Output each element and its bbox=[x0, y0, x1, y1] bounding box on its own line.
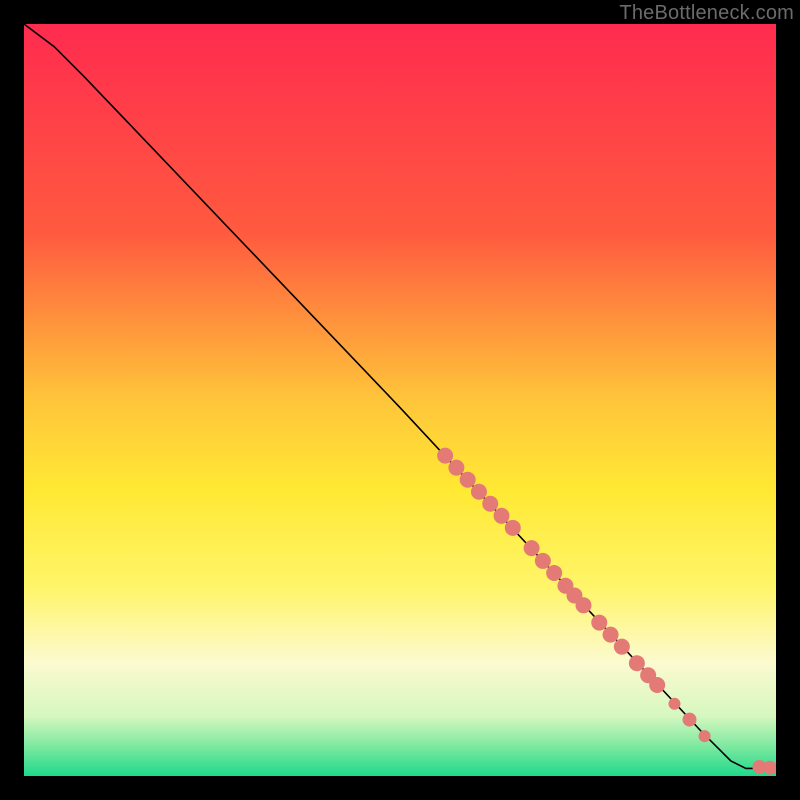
data-point bbox=[494, 508, 510, 524]
data-point bbox=[448, 460, 464, 476]
data-point bbox=[649, 677, 665, 693]
watermark-text: TheBottleneck.com bbox=[619, 2, 794, 25]
data-point bbox=[603, 627, 619, 643]
data-point bbox=[591, 615, 607, 631]
data-point bbox=[505, 520, 521, 536]
data-point bbox=[683, 713, 697, 727]
data-point bbox=[575, 597, 591, 613]
data-point bbox=[699, 730, 711, 742]
data-point bbox=[614, 639, 630, 655]
data-point bbox=[668, 698, 680, 710]
data-point bbox=[471, 484, 487, 500]
data-point bbox=[460, 472, 476, 488]
chart-svg bbox=[24, 24, 776, 776]
data-point bbox=[535, 553, 551, 569]
data-point bbox=[437, 448, 453, 464]
data-point bbox=[629, 655, 645, 671]
plot-area bbox=[24, 24, 776, 776]
data-point bbox=[546, 565, 562, 581]
data-point bbox=[482, 496, 498, 512]
data-point bbox=[524, 540, 540, 556]
chart-frame: TheBottleneck.com bbox=[0, 0, 800, 800]
gradient-background bbox=[24, 24, 776, 776]
